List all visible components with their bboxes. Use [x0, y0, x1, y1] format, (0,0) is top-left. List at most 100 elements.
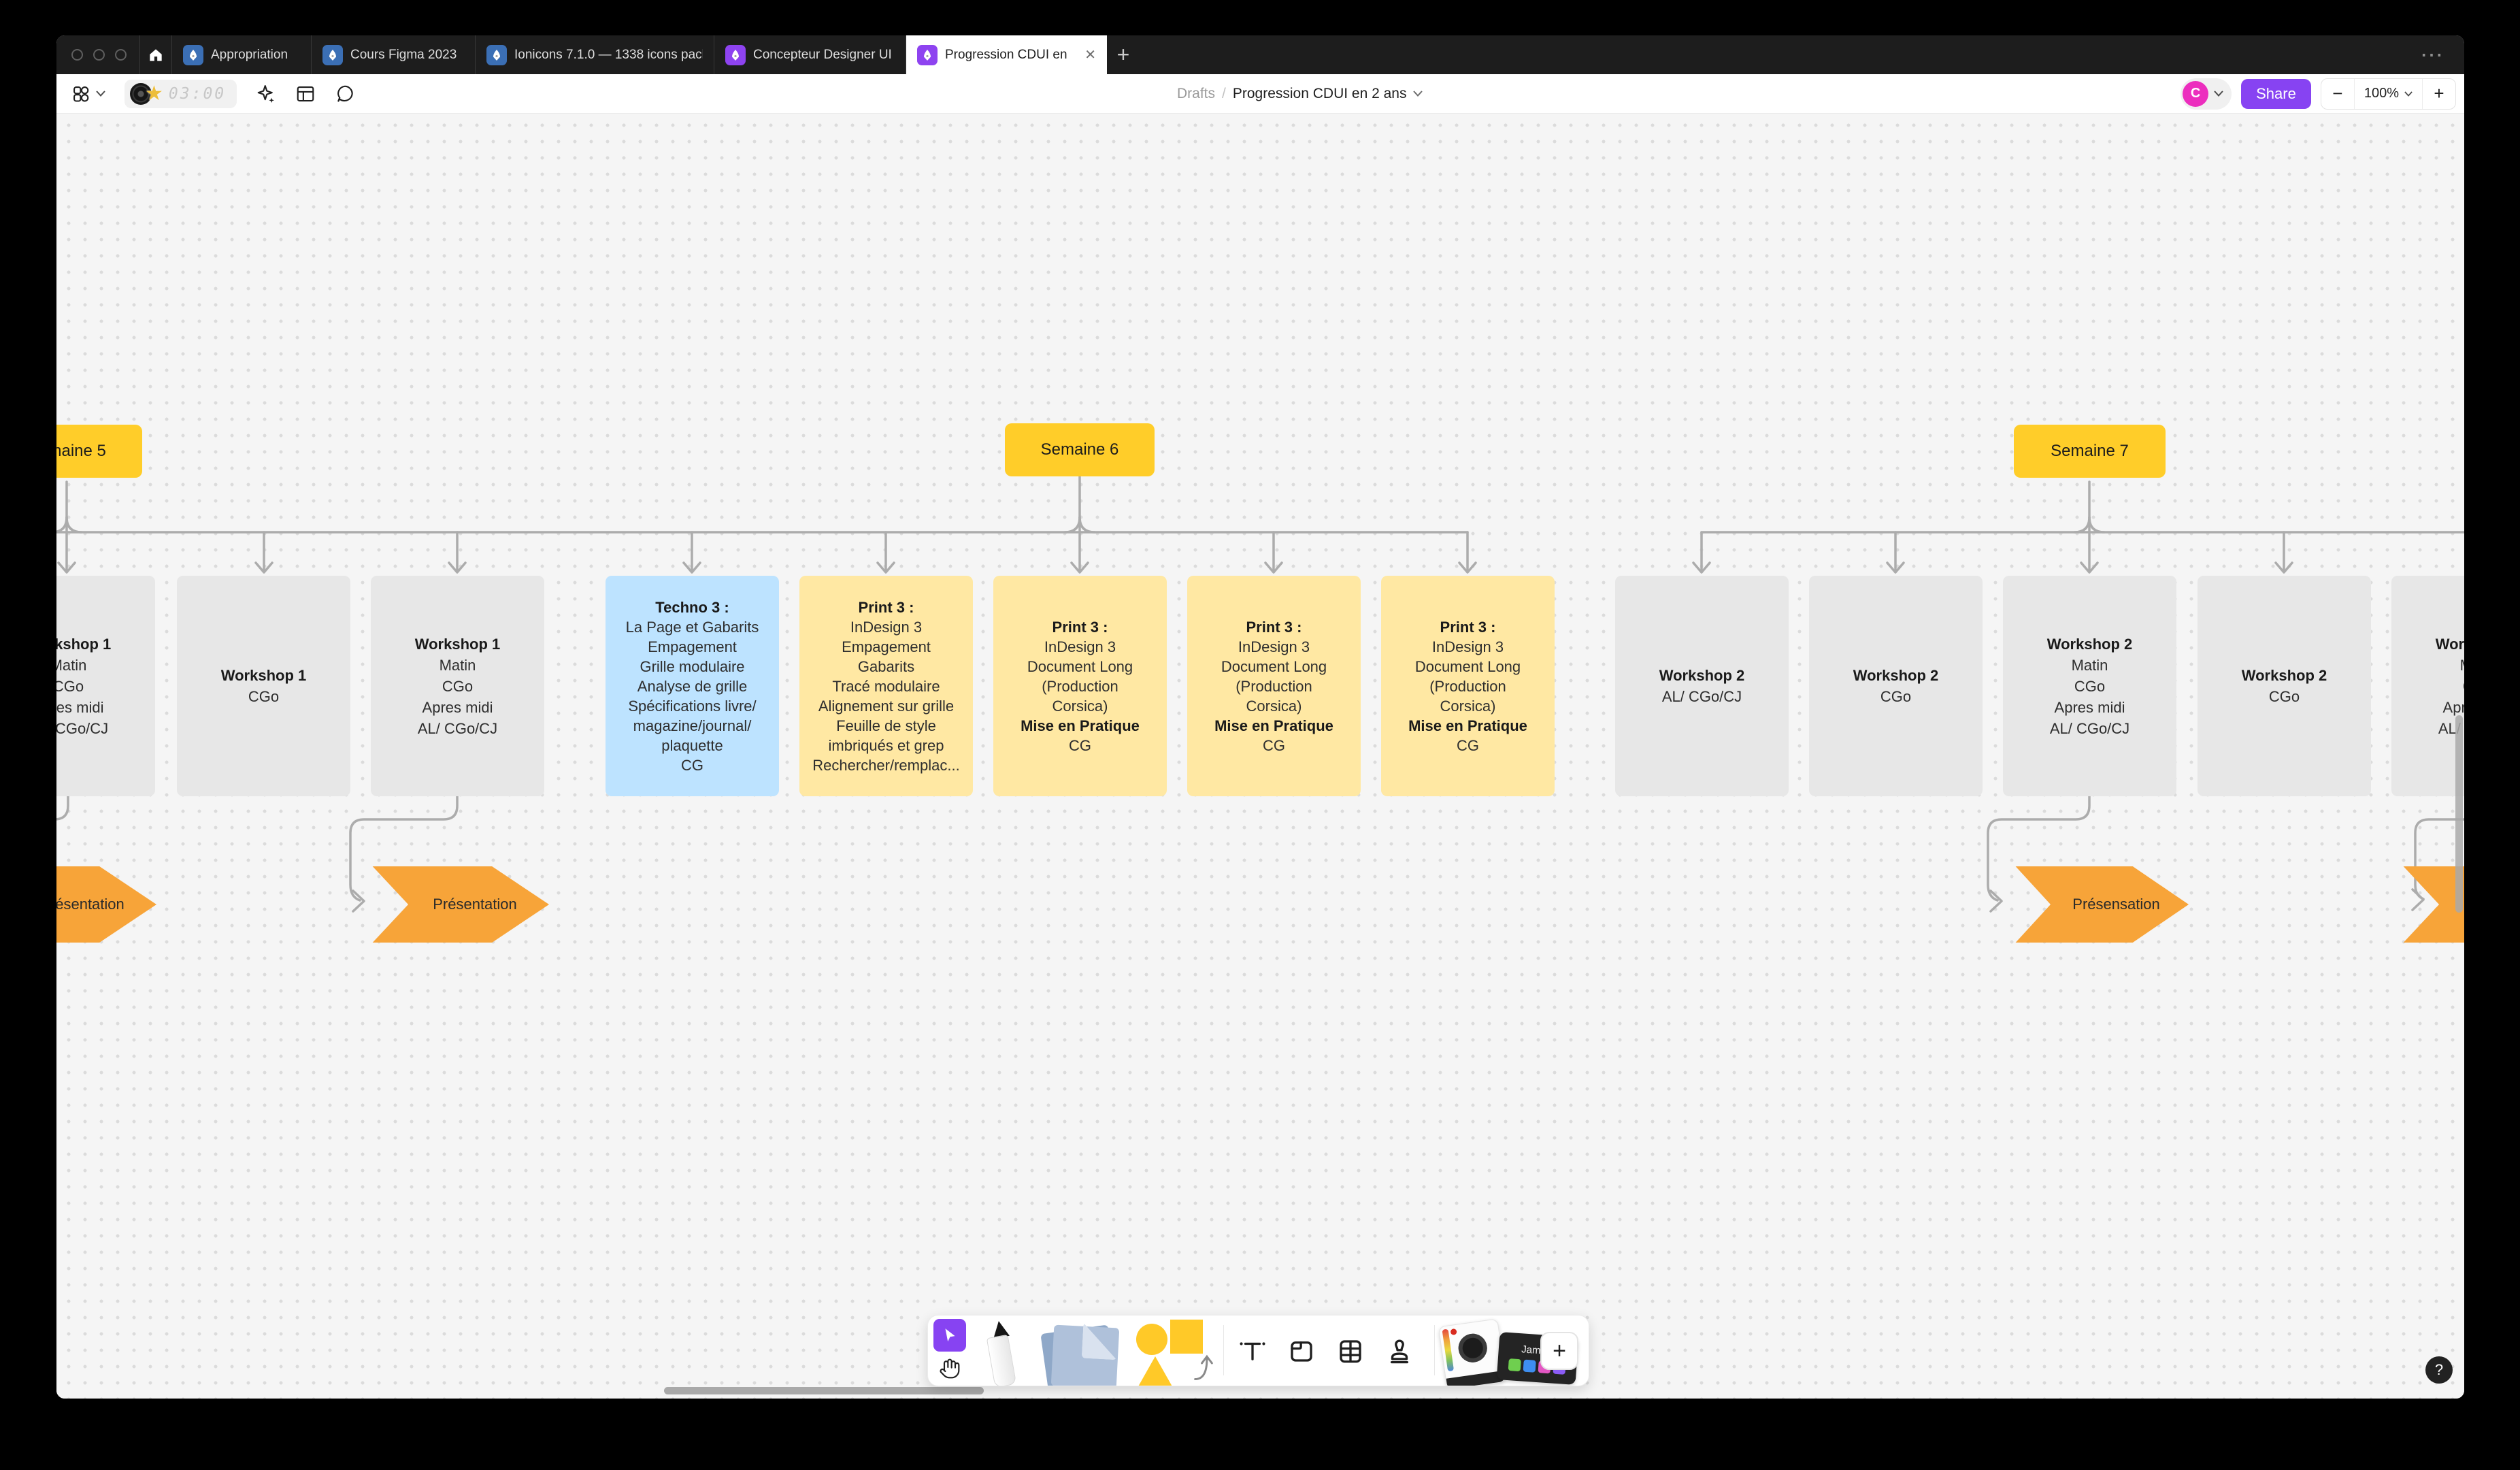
- tab-ionicons-7-1-0-1338-icons-pack[interactable]: Ionicons 7.1.0 — 1338 icons pack (C: [475, 35, 714, 74]
- card-line: CGo: [248, 686, 279, 707]
- card-line: Document Long: [1415, 657, 1521, 676]
- sticky-note-tool[interactable]: [1035, 1322, 1130, 1386]
- templates-button[interactable]: [295, 84, 316, 104]
- canvas-card-workshop-2[interactable]: Workshop 2MatinCGoApres midiAL/ CGo/CJ: [2003, 576, 2176, 796]
- card-line: InDesign 3: [1432, 637, 1504, 657]
- share-button[interactable]: Share: [2241, 79, 2311, 109]
- close-window-icon[interactable]: [71, 49, 83, 61]
- tab-label: Ionicons 7.1.0 — 1338 icons pack (C: [514, 48, 703, 63]
- more-tools-button[interactable]: +: [1540, 1332, 1578, 1370]
- media-widget[interactable]: [1438, 1318, 1506, 1386]
- card-line: AL/ CGo/CJ: [2050, 718, 2129, 739]
- card-line: CG: [1263, 736, 1285, 755]
- select-tool[interactable]: [933, 1319, 966, 1352]
- canvas-card-print-3[interactable]: Print 3 :InDesign 3Document Long(Product…: [1187, 576, 1361, 796]
- file-title[interactable]: Progression CDUI en 2 ans: [1233, 86, 1407, 102]
- minimize-window-icon[interactable]: [93, 49, 105, 61]
- canvas-card-workshop-2[interactable]: Workshop 2CGo: [1809, 576, 1983, 796]
- marker-tool[interactable]: [973, 1321, 1030, 1386]
- canvas-card-workshop-2[interactable]: Workshop 2MatinCGoApres midiAL/ CGo/CJ: [2391, 576, 2464, 796]
- zoom-level-menu[interactable]: 100%: [2355, 79, 2422, 109]
- tab-cours-figma-2023[interactable]: Cours Figma 2023: [311, 35, 475, 74]
- card-line: Document Long: [1027, 657, 1133, 676]
- breadcrumb-location[interactable]: Drafts: [1177, 86, 1215, 102]
- file-tab-icon: [486, 45, 507, 65]
- pen-nib-icon: [327, 49, 338, 61]
- ellipsis-icon: ⋯: [2420, 42, 2445, 69]
- card-title: Print 3 :: [859, 598, 914, 617]
- week-label-semaine-7[interactable]: Semaine 7: [2014, 425, 2166, 478]
- canvas-card-print-3[interactable]: Print 3 :InDesign 3EmpagementGabaritsTra…: [799, 576, 973, 796]
- tab-appropriation[interactable]: Appropriation: [171, 35, 311, 74]
- zoom-in-button[interactable]: +: [2422, 79, 2455, 109]
- card-line: CGo: [2074, 676, 2105, 697]
- file-tab-icon: [322, 45, 343, 65]
- card-title: Print 3 :: [1052, 617, 1108, 637]
- hand-tool[interactable]: [936, 1354, 963, 1383]
- new-tab-button[interactable]: +: [1107, 35, 1139, 74]
- canvas-card-print-3[interactable]: Print 3 :InDesign 3Document Long(Product…: [993, 576, 1167, 796]
- vertical-scrollbar[interactable]: [2455, 715, 2463, 913]
- comments-button[interactable]: [335, 84, 355, 104]
- card-line: imbriqués et grep: [829, 736, 944, 755]
- horizontal-scrollbar[interactable]: [664, 1387, 984, 1394]
- plus-icon: +: [1117, 42, 1130, 67]
- card-line: (Production: [1042, 676, 1118, 696]
- canvas-card-workshop-2[interactable]: Workshop 2AL/ CGo/CJ: [1615, 576, 1789, 796]
- canvas-card-workshop-2[interactable]: Workshop 2CGo: [2198, 576, 2371, 796]
- zoom-out-button[interactable]: −: [2321, 79, 2355, 109]
- maximize-window-icon[interactable]: [115, 49, 127, 61]
- file-tab-icon: [725, 45, 746, 65]
- cursor-icon: [941, 1326, 959, 1344]
- music-timer-widget[interactable]: ★ 03:00: [125, 80, 237, 108]
- main-menu-button[interactable]: [71, 84, 105, 103]
- card-line: Corsica): [1052, 696, 1108, 716]
- card-line: CGo: [56, 676, 84, 697]
- canvas-card-workshop-1[interactable]: Workshop 1CGo: [177, 576, 350, 796]
- canvas-card-print-3[interactable]: Print 3 :InDesign 3Document Long(Product…: [1381, 576, 1555, 796]
- card-line: (Production: [1429, 676, 1506, 696]
- section-tool[interactable]: [1280, 1329, 1323, 1373]
- file-tab-icon: [917, 45, 938, 65]
- plus-icon: +: [1553, 1338, 1566, 1365]
- stamp-tool[interactable]: [1378, 1329, 1421, 1373]
- canvas-card-techno-3[interactable]: Techno 3 :La Page et GabaritsEmpagementG…: [606, 576, 779, 796]
- chevron-down-icon[interactable]: [1413, 91, 1423, 97]
- table-tool[interactable]: [1329, 1329, 1372, 1373]
- text-tool[interactable]: [1231, 1329, 1274, 1373]
- marker-body-icon: [987, 1335, 1016, 1386]
- account-menu[interactable]: C: [2181, 78, 2232, 110]
- card-title: Workshop 1: [415, 634, 501, 655]
- card-line: Alignement sur grille: [818, 696, 954, 716]
- card-line: Mise en Pratique: [1021, 716, 1140, 736]
- shape-tools[interactable]: [1133, 1320, 1215, 1386]
- card-line: Spécifications livre/: [628, 696, 756, 716]
- help-button[interactable]: ?: [2425, 1356, 2453, 1384]
- camera-flash-icon: [1450, 1328, 1457, 1335]
- card-line: InDesign 3: [1044, 637, 1116, 657]
- card-line: InDesign 3: [1238, 637, 1310, 657]
- close-tab-icon[interactable]: ✕: [1076, 46, 1096, 63]
- week-label-semaine-6[interactable]: Semaine 6: [1005, 423, 1155, 476]
- week-label-semaine-5[interactable]: Semaine 5: [56, 425, 142, 478]
- file-tab-icon: [183, 45, 203, 65]
- ai-actions-button[interactable]: [256, 84, 276, 104]
- card-line: InDesign 3: [850, 617, 922, 637]
- chevron-down-icon: [2214, 91, 2223, 97]
- tab-progression-cdui-en-2-ans[interactable]: Progression CDUI en 2 ans✕: [906, 35, 1107, 74]
- card-line: magazine/journal/: [633, 716, 752, 736]
- home-button[interactable]: [139, 35, 171, 74]
- avatar: C: [2183, 81, 2208, 107]
- card-title: Workshop 1: [221, 665, 307, 686]
- tab-concepteur-designer-ui[interactable]: Concepteur Designer UI: [714, 35, 906, 74]
- window-menu-button[interactable]: ⋯: [2420, 35, 2464, 74]
- card-title: Workshop 2: [1853, 665, 1939, 686]
- question-mark-icon: ?: [2435, 1361, 2443, 1379]
- canvas-card-workshop-1[interactable]: Workshop 1MatinCGoApres midiAL/ CGo/CJ: [371, 576, 544, 796]
- card-line: CG: [1457, 736, 1479, 755]
- card-line: Empagement: [648, 637, 737, 657]
- figma-logo-icon: [71, 84, 90, 103]
- canvas-card-workshop-1[interactable]: Workshop 1MatinCGoApres midiAL/ CGo/CJ: [56, 576, 155, 796]
- figjam-toolbar: Jambot +: [927, 1315, 1589, 1386]
- card-title: Print 3 :: [1440, 617, 1496, 637]
